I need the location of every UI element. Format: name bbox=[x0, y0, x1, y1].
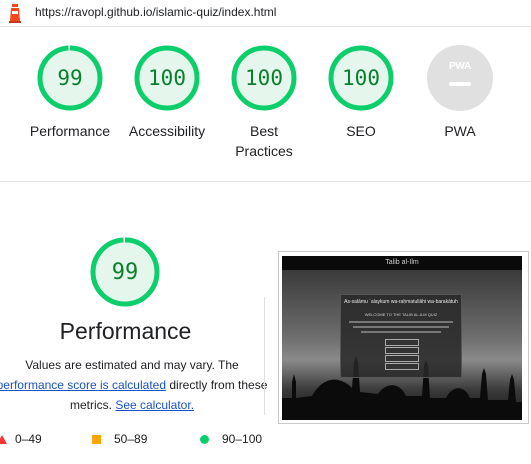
pwa-badge-text: PWA bbox=[449, 61, 471, 72]
vertical-separator bbox=[264, 297, 265, 415]
section-divider bbox=[0, 181, 531, 182]
desc-line1: Values are estimated and may vary. The bbox=[25, 358, 239, 372]
performance-main-score: 99 bbox=[111, 259, 139, 285]
see-calculator-link[interactable]: See calculator. bbox=[115, 398, 194, 412]
pass-circle-icon bbox=[200, 434, 209, 444]
final-screenshot[interactable]: Talib al-Ilm As-salāmu ʿalaykum wa-raḥma… bbox=[278, 251, 529, 424]
screenshot-button bbox=[385, 347, 419, 354]
url-bar: https://ravopl.github.io/islamic-quiz/in… bbox=[0, 0, 531, 27]
best-practices-score: 100 bbox=[245, 66, 283, 90]
screenshot-button bbox=[385, 363, 419, 370]
desc-line3-text: metrics. bbox=[69, 398, 116, 412]
screenshot-text-line bbox=[361, 331, 441, 333]
best-practices-label[interactable]: Best Practices bbox=[209, 121, 319, 161]
performance-description: Values are estimated and may vary. The p… bbox=[0, 355, 270, 415]
average-square-icon bbox=[92, 434, 101, 444]
pwa-badge-icon[interactable]: PWA bbox=[427, 45, 493, 111]
accessibility-score: 100 bbox=[148, 66, 186, 90]
seo-gauge[interactable]: 100 bbox=[328, 45, 394, 111]
screenshot-button bbox=[385, 355, 419, 362]
performance-main-gauge: 99 bbox=[90, 237, 160, 307]
best-practices-gauge[interactable]: 100 bbox=[231, 45, 297, 111]
desc-line2-text: directly from these bbox=[166, 378, 268, 392]
screenshot-button bbox=[385, 339, 419, 346]
seo-label[interactable]: SEO bbox=[306, 121, 416, 141]
lighthouse-icon bbox=[7, 3, 23, 23]
screenshot-welcome: WELCOME TO THE TALIB AL-ILM QUIZ bbox=[364, 312, 438, 317]
page-url[interactable]: https://ravopl.github.io/islamic-quiz/in… bbox=[35, 5, 276, 19]
performance-label[interactable]: Performance bbox=[15, 121, 125, 141]
legend-fail: 0–49 bbox=[0, 431, 42, 447]
screenshot-site-title: Talib al-Ilm bbox=[282, 256, 522, 270]
legend-average: 50–89 bbox=[92, 431, 147, 447]
screenshot-text-line bbox=[353, 326, 449, 328]
desc-line2: performance score is calculated directly… bbox=[0, 375, 270, 395]
pwa-label[interactable]: PWA bbox=[405, 121, 515, 141]
legend-pass-range: 90–100 bbox=[222, 432, 263, 446]
seo-score: 100 bbox=[342, 66, 380, 90]
accessibility-gauge[interactable]: 100 bbox=[134, 45, 200, 111]
legend-fail-range: 0–49 bbox=[15, 432, 42, 446]
performance-gauge[interactable]: 99 bbox=[37, 45, 103, 111]
score-calculated-link[interactable]: performance score is calculated bbox=[0, 378, 166, 392]
best-practices-label-line1: Best bbox=[249, 123, 278, 139]
screenshot-greeting: As-salāmu ʿalaykum wa-raḥmatullāhi wa-ba… bbox=[344, 299, 458, 305]
screenshot-text-line bbox=[349, 321, 453, 323]
desc-line3: metrics. See calculator. bbox=[0, 395, 270, 415]
performance-score: 99 bbox=[57, 66, 83, 90]
screenshot-image: Talib al-Ilm As-salāmu ʿalaykum wa-raḥma… bbox=[282, 256, 522, 420]
screenshot-welcome-card: As-salāmu ʿalaykum wa-raḥmatullāhi wa-ba… bbox=[340, 294, 462, 378]
best-practices-label-line2: Practices bbox=[235, 143, 293, 159]
fail-triangle-icon bbox=[0, 434, 7, 444]
pwa-dash-icon bbox=[449, 82, 471, 86]
legend-average-range: 50–89 bbox=[114, 432, 148, 446]
accessibility-label[interactable]: Accessibility bbox=[112, 121, 222, 141]
performance-title: Performance bbox=[59, 318, 192, 344]
legend-pass: 90–100 bbox=[200, 431, 262, 447]
